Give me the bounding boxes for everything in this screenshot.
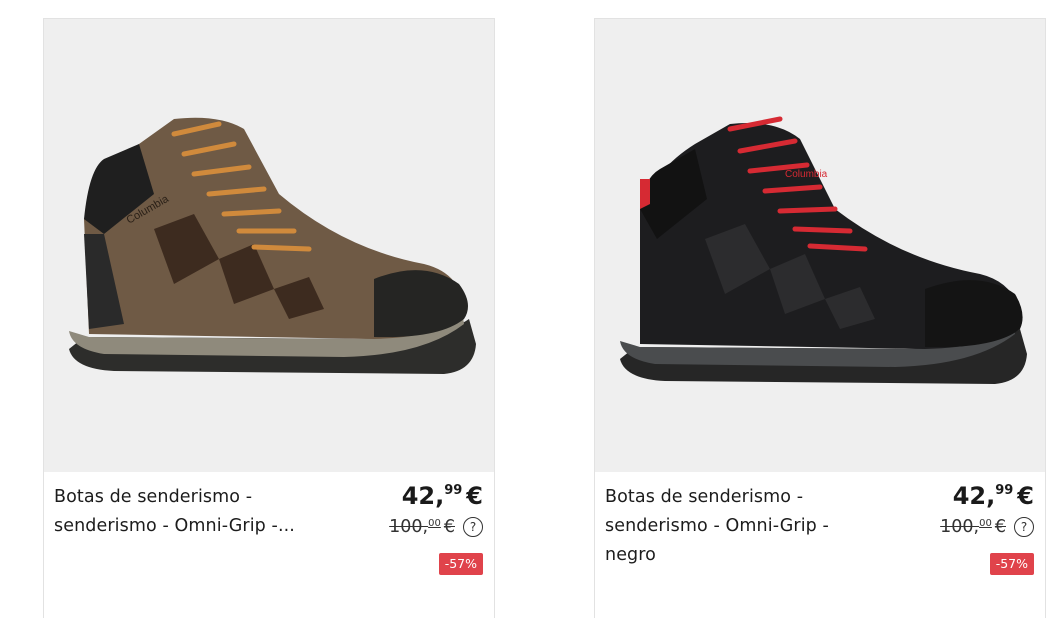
old-price-decimal: 00 — [979, 518, 992, 529]
product-title[interactable]: Botas de senderismo - senderismo - Omni-… — [54, 483, 324, 541]
hiking-boot-brown-icon: Columbia — [69, 117, 476, 374]
product-title[interactable]: Botas de senderismo - senderismo - Omni-… — [605, 483, 875, 570]
old-price: 100,00 € — [940, 517, 1006, 537]
current-price: 42,99 € — [402, 482, 483, 510]
price-integer: 42, — [401, 482, 445, 510]
discount-badge: -57% — [989, 553, 1034, 575]
price-integer: 42, — [952, 482, 996, 510]
hiking-boot-black-icon: Columbia — [620, 116, 1027, 384]
old-price-decimal: 00 — [428, 518, 441, 529]
old-price-currency: € — [443, 517, 455, 537]
old-price-row: 100,00 € ? — [940, 517, 1034, 537]
price-currency: € — [1017, 482, 1034, 510]
product-card-1[interactable]: Columbia Botas de senderismo - senderism… — [43, 18, 495, 618]
old-price-integer: 100, — [389, 517, 429, 537]
product-info-1: Botas de senderismo - senderismo - Omni-… — [44, 472, 494, 622]
old-price-integer: 100, — [940, 517, 980, 537]
price-currency: € — [466, 482, 483, 510]
price-help-icon[interactable]: ? — [463, 517, 483, 537]
discount-badge: -57% — [438, 553, 483, 575]
product-image-1[interactable]: Columbia — [44, 19, 494, 472]
product-image-2[interactable]: Columbia — [595, 19, 1045, 472]
price-decimal: 99 — [995, 483, 1014, 498]
price-decimal: 99 — [444, 483, 463, 498]
product-card-2[interactable]: Columbia Botas de senderismo - senderism… — [594, 18, 1046, 618]
price-help-icon[interactable]: ? — [1014, 517, 1034, 537]
product-info-2: Botas de senderismo - senderismo - Omni-… — [595, 472, 1045, 622]
old-price-currency: € — [994, 517, 1006, 537]
current-price: 42,99 € — [953, 482, 1034, 510]
old-price-row: 100,00 € ? — [389, 517, 483, 537]
svg-text:Columbia: Columbia — [785, 169, 828, 180]
old-price: 100,00 € — [389, 517, 455, 537]
